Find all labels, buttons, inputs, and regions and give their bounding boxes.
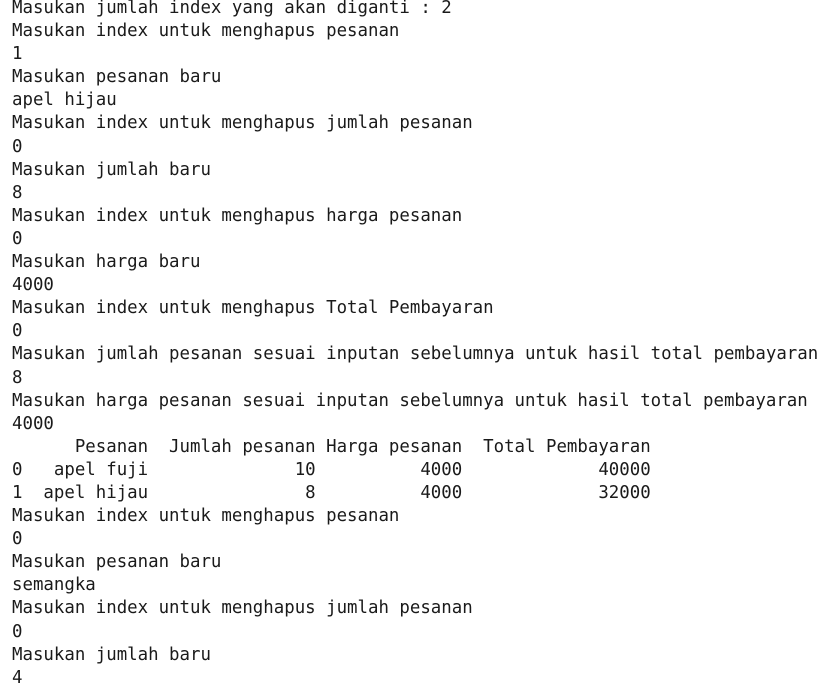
- console-line: 0: [12, 321, 23, 342]
- console-line: 1: [12, 44, 23, 65]
- console-line: 4: [12, 667, 23, 688]
- table-row: 1 apel hijau 8 4000 32000: [12, 482, 651, 503]
- console-line: Masukan index untuk menghapus jumlah pes…: [12, 113, 473, 134]
- table-row: 0 apel fuji 10 4000 40000: [12, 459, 651, 480]
- console-line: Masukan jumlah baru: [12, 159, 211, 180]
- console-line: 0: [12, 136, 23, 157]
- console-line: 8: [12, 367, 23, 388]
- console-line: Masukan index untuk menghapus pesanan: [12, 21, 400, 42]
- console-line: Masukan harga pesanan sesuai inputan seb…: [12, 390, 808, 411]
- console-line: Masukan pesanan baru: [12, 552, 222, 573]
- console-line: Masukan pesanan baru: [12, 67, 222, 88]
- console-output: Masukan jumlah index yang akan diganti :…: [12, 0, 818, 690]
- table-header-row: Pesanan Jumlah pesanan Harga pesanan Tot…: [12, 436, 651, 457]
- console-line: apel hijau: [12, 90, 117, 111]
- console-line: semangka: [12, 575, 96, 596]
- console-line: 4000: [12, 413, 54, 434]
- console-line: Masukan index untuk menghapus pesanan: [12, 506, 400, 527]
- console-line: Masukan jumlah index yang akan diganti :…: [12, 0, 452, 18]
- console-line: 0: [12, 228, 23, 249]
- console-line: Masukan jumlah baru: [12, 644, 211, 665]
- console-line: 0: [12, 621, 23, 642]
- console-line: 8: [12, 182, 23, 203]
- console-line: Masukan index untuk menghapus Total Pemb…: [12, 298, 494, 319]
- console-line: Masukan index untuk menghapus jumlah pes…: [12, 598, 473, 619]
- console-line: Masukan index untuk menghapus harga pesa…: [12, 205, 463, 226]
- console-line: Masukan jumlah pesanan sesuai inputan se…: [12, 344, 819, 365]
- console-line: 4000: [12, 275, 54, 296]
- console-line: Masukan harga baru: [12, 252, 201, 273]
- console-line: 0: [12, 529, 23, 550]
